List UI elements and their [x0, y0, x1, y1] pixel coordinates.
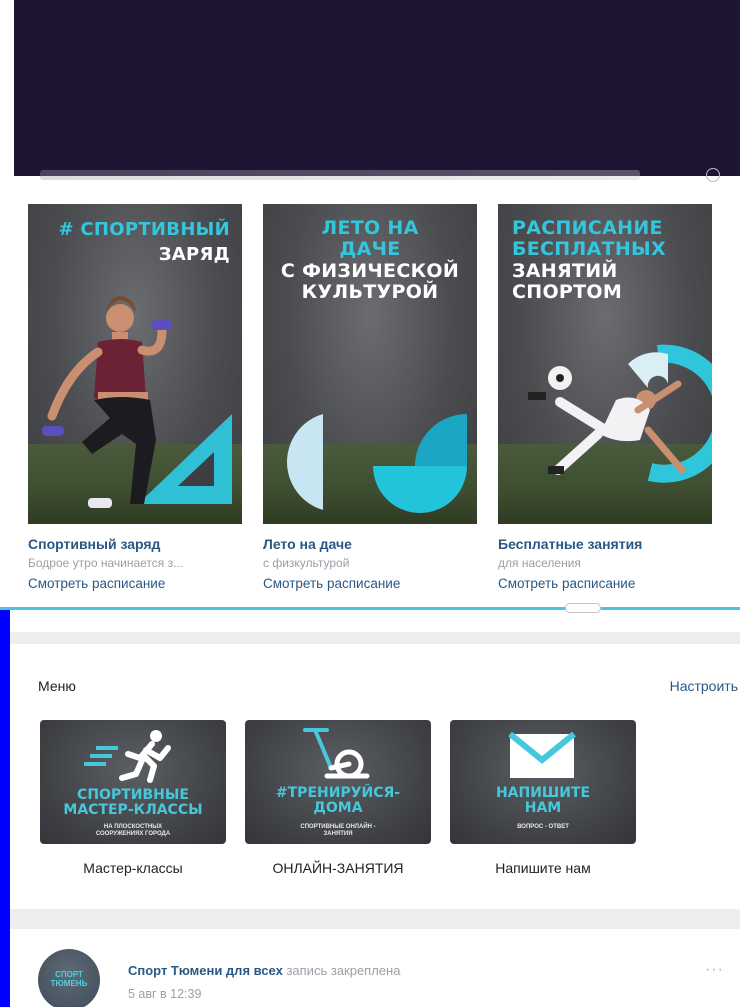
left-edge-strip — [0, 608, 10, 1007]
more-options-icon[interactable]: ··· — [705, 961, 724, 979]
card-subtitle: Бодрое утро начинается з... — [28, 556, 184, 570]
post-header: СПОРТ ТЮМЕНЬ Спорт Тюмени для всех запис… — [10, 929, 740, 1007]
menu-tile-art-caption: ВОПРОС - ОТВЕТ — [517, 824, 569, 830]
product-carousel: # СПОРТИВНЫЙ ЗАРЯД Спортивный заряд Бодр… — [14, 168, 740, 610]
carousel-card[interactable]: # СПОРТИВНЫЙ ЗАРЯД Спортивный заряд Бодр… — [28, 204, 242, 591]
menu-tile-image[interactable]: СПОРТИВНЫЕ МАСТЕР-КЛАССЫ НА ПЛОСКОСТНЫХ … — [40, 720, 226, 844]
geometric-shapes-illustration — [287, 414, 467, 513]
carousel-card[interactable]: РАСПИСАНИЕ БЕСПЛАТНЫХ ЗАНЯТИЙ СПОРТОМ Бе… — [498, 204, 712, 591]
card-image[interactable]: # СПОРТИВНЫЙ ЗАРЯД — [28, 204, 242, 524]
section-gap — [10, 909, 740, 929]
carousel-scroll-handle[interactable] — [565, 603, 601, 613]
menu-configure-link[interactable]: Настроить — [670, 678, 738, 694]
card-title[interactable]: Спортивный заряд — [28, 536, 242, 552]
menu-tile-write-us[interactable]: НАПИШИТЕ НАМ ВОПРОС - ОТВЕТ Напишите нам — [450, 720, 636, 876]
menu-tile-image[interactable]: #ТРЕНИРУЙСЯ-ДОМА СПОРТИВНЫЕ ОНЛАЙН - ЗАН… — [245, 720, 431, 844]
menu-tile-label[interactable]: ОНЛАЙН-ЗАНЯТИЯ — [245, 860, 431, 876]
carousel-card[interactable]: ЛЕТО НА ДАЧЕ С ФИЗИЧЕСКОЙ КУЛЬТУРОЙ Лето… — [263, 204, 477, 591]
card-subtitle: для населения — [498, 556, 581, 570]
card-image[interactable]: ЛЕТО НА ДАЧЕ С ФИЗИЧЕСКОЙ КУЛЬТУРОЙ — [263, 204, 477, 524]
card-schedule-link[interactable]: Смотреть расписание — [498, 576, 712, 591]
menu-tile-art-title: НАПИШИТЕ НАМ — [495, 785, 591, 816]
card-image[interactable]: РАСПИСАНИЕ БЕСПЛАТНЫХ ЗАНЯТИЙ СПОРТОМ — [498, 204, 712, 524]
post-author-link[interactable]: Спорт Тюмени для всех — [128, 963, 283, 978]
post-date[interactable]: 5 авг в 12:39 — [128, 987, 201, 1001]
menu-tile-online[interactable]: #ТРЕНИРУЙСЯ-ДОМА СПОРТИВНЫЕ ОНЛАЙН - ЗАН… — [245, 720, 431, 876]
menu-tile-art-caption: СПОРТИВНЫЕ ОНЛАЙН - ЗАНЯТИЯ — [300, 824, 376, 838]
menu-tile-master-classes[interactable]: СПОРТИВНЫЕ МАСТЕР-КЛАССЫ НА ПЛОСКОСТНЫХ … — [40, 720, 226, 876]
avatar-text: СПОРТ ТЮМЕНЬ — [50, 970, 88, 988]
athlete-dumbbell-illustration — [42, 296, 232, 508]
menu-section: Меню Настроить СПОРТИВНЫЕ МАСТЕР-КЛАССЫ … — [10, 644, 740, 909]
menu-tile-image[interactable]: НАПИШИТЕ НАМ ВОПРОС - ОТВЕТ — [450, 720, 636, 844]
menu-tile-label[interactable]: Мастер-классы — [40, 860, 226, 876]
section-gap — [10, 632, 740, 644]
card-subtitle: с физкультурой — [263, 556, 350, 570]
menu-tile-art-caption: НА ПЛОСКОСТНЫХ СООРУЖЕНИЯХ ГОРОДА — [95, 824, 171, 838]
football-player-illustration — [528, 344, 712, 483]
menu-tile-label[interactable]: Напишите нам — [450, 860, 636, 876]
card-title[interactable]: Бесплатные занятия — [498, 536, 712, 552]
card-schedule-link[interactable]: Смотреть расписание — [263, 576, 477, 591]
post-pinned-note: запись закреплена — [286, 963, 401, 978]
avatar[interactable]: СПОРТ ТЮМЕНЬ — [38, 949, 100, 1007]
menu-tile-art-title: СПОРТИВНЫЕ МАСТЕР-КЛАССЫ — [63, 787, 203, 818]
menu-title: Меню — [38, 678, 76, 694]
card-schedule-link[interactable]: Смотреть расписание — [28, 576, 242, 591]
menu-tile-art-title: #ТРЕНИРУЙСЯ-ДОМА — [275, 785, 401, 816]
cover-banner — [0, 0, 740, 176]
carousel-divider — [0, 607, 740, 610]
card-title[interactable]: Лето на даче — [263, 536, 477, 552]
